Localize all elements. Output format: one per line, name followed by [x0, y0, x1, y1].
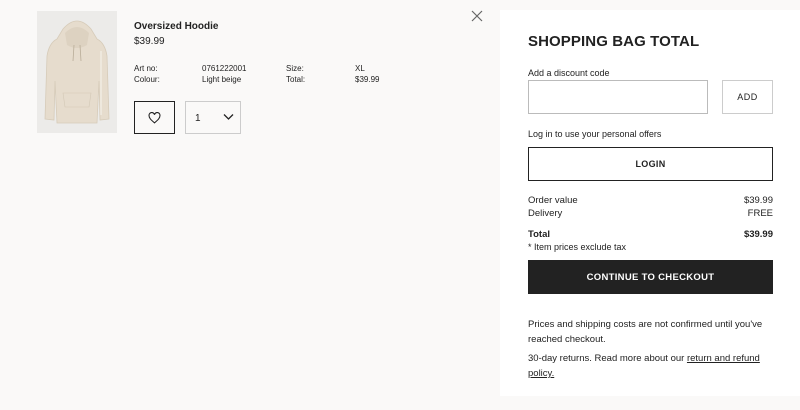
page-footer-strip: [0, 396, 800, 410]
cart-item-panel: Oversized Hoodie $39.99 Art no: 07612220…: [0, 0, 500, 396]
total-label: Total: [528, 229, 550, 240]
product-name[interactable]: Oversized Hoodie: [134, 21, 218, 32]
discount-label: Add a discount code: [528, 68, 610, 78]
item-total-value: $39.99: [355, 75, 380, 84]
returns-note: 30-day returns. Read more about our retu…: [528, 351, 778, 381]
add-to-favourites-button[interactable]: [134, 101, 175, 134]
product-image[interactable]: [37, 11, 117, 133]
add-discount-button[interactable]: ADD: [722, 80, 773, 114]
login-prompt: Log in to use your personal offers: [528, 129, 662, 139]
continue-to-checkout-button[interactable]: CONTINUE TO CHECKOUT: [528, 260, 773, 294]
art-no-value: 0761222001: [202, 64, 247, 73]
product-price: $39.99: [134, 36, 165, 47]
delivery-row: Delivery FREE: [528, 208, 773, 219]
order-value-label: Order value: [528, 195, 578, 206]
summary-title: SHOPPING BAG TOTAL: [528, 33, 700, 50]
colour-value: Light beige: [202, 75, 242, 84]
tax-note: * Item prices exclude tax: [528, 242, 627, 252]
size-value: XL: [355, 64, 365, 73]
order-value-amount: $39.99: [743, 195, 773, 206]
order-summary-panel: SHOPPING BAG TOTAL Add a discount code A…: [500, 10, 800, 396]
discount-code-input[interactable]: [528, 80, 708, 114]
remove-item-button[interactable]: [470, 9, 484, 23]
chevron-down-icon: [223, 114, 234, 120]
heart-icon: [148, 111, 161, 124]
quantity-select[interactable]: 1: [185, 101, 241, 134]
size-label: Size:: [286, 64, 304, 73]
total-row: Total $39.99: [528, 229, 773, 240]
total-value: $39.99: [743, 229, 773, 240]
shipping-note: Prices and shipping costs are not confir…: [528, 319, 763, 345]
colour-label: Colour:: [134, 75, 160, 84]
delivery-value: FREE: [747, 208, 773, 219]
close-icon: [471, 10, 483, 22]
art-no-label: Art no:: [134, 64, 158, 73]
quantity-value: 1: [195, 113, 201, 124]
returns-text: 30-day returns. Read more about our: [528, 353, 687, 364]
item-total-label: Total:: [286, 75, 306, 84]
order-value-row: Order value $39.99: [528, 195, 773, 206]
login-button[interactable]: LOGIN: [528, 147, 773, 181]
hoodie-image: [44, 20, 110, 124]
delivery-label: Delivery: [528, 208, 563, 219]
